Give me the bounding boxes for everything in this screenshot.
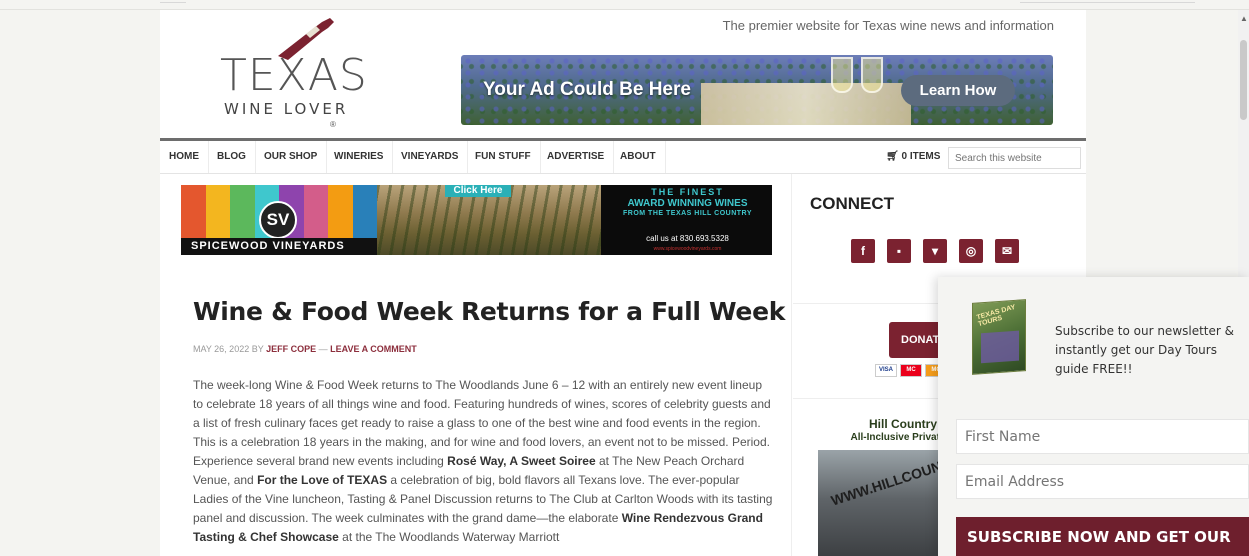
facebook-icon[interactable]: f xyxy=(851,239,875,263)
mastercard-icon: MC xyxy=(900,364,922,377)
meta-separator: — xyxy=(318,344,328,354)
connect-heading: CONNECT xyxy=(810,194,895,213)
day-tours-book-image: TEXAS DAY TOURS xyxy=(972,299,1026,375)
top-strip-left-edge xyxy=(160,2,186,6)
nav-item-wineries[interactable]: WINERIES xyxy=(325,141,394,173)
scroll-up-arrow-icon[interactable]: ▲ xyxy=(1240,14,1248,23)
site-tagline: The premier website for Texas wine news … xyxy=(722,18,1054,33)
sv-hill-text: FROM THE TEXAS HILL COUNTRY xyxy=(623,210,752,217)
book-title: TEXAS DAY TOURS xyxy=(976,303,1016,329)
author-link[interactable]: JEFF COPE xyxy=(266,344,316,354)
sv-call-text: call us at 830.693.5328 xyxy=(646,234,729,243)
sv-finest-text: THE FINEST xyxy=(651,187,724,197)
logo-texas-text: TEXAS xyxy=(220,50,368,101)
nav-item-our-shop[interactable]: OUR SHOP xyxy=(255,141,328,173)
logo-registered-mark: ® xyxy=(330,120,336,129)
newsletter-message: Subscribe to our newsletter & instantly … xyxy=(1055,324,1234,376)
body-text-4: at the The Woodlands Waterway Marriott xyxy=(338,530,560,544)
site-logo[interactable]: TEXAS WINE LOVER ® xyxy=(216,10,367,135)
ad-headline: Your Ad Could Be Here xyxy=(483,79,691,100)
main-content: SV SPICEWOOD VINEYARDS Click Here THE FI… xyxy=(160,174,792,556)
wine-glass-icon xyxy=(831,57,853,93)
nav-item-vineyards[interactable]: VINEYARDS xyxy=(392,141,469,173)
post-date: MAY 26, 2022 xyxy=(193,344,250,354)
post-title[interactable]: Wine & Food Week Returns for a Full Week xyxy=(193,297,785,326)
newsletter-popup: TEXAS DAY TOURS Subscribe to our newslet… xyxy=(938,277,1249,556)
tour-van-text: WWW.HILLCOUNTRY xyxy=(829,449,943,509)
post-by: BY xyxy=(251,344,264,354)
facebook-square-icon[interactable]: ▪ xyxy=(887,239,911,263)
sv-award-text: AWARD WINNING WINES xyxy=(627,198,748,209)
nav-item-blog[interactable]: BLOG xyxy=(208,141,256,173)
post-meta: MAY 26, 2022 BY JEFF COPE — LEAVE A COMM… xyxy=(193,344,417,354)
post-body-paragraph: The week-long Wine & Food Week returns t… xyxy=(193,376,773,547)
spicewood-vineyards-ad[interactable]: SV SPICEWOOD VINEYARDS Click Here THE FI… xyxy=(181,185,772,255)
tour-ad-line1: Hill Country xyxy=(869,417,937,431)
nav-item-fun-stuff[interactable]: FUN STUFF xyxy=(466,141,541,173)
leave-comment-link[interactable]: LEAVE A COMMENT xyxy=(330,344,417,354)
cart-icon: 🛒︎ xyxy=(886,151,899,162)
main-navigation: HOME BLOG OUR SHOP WINERIES VINEYARDS FU… xyxy=(160,138,1086,174)
subscribe-button[interactable]: SUBSCRIBE NOW AND GET OUR xyxy=(956,517,1249,556)
top-strip-right-edge xyxy=(1020,2,1195,6)
twitter-icon[interactable]: ▾ xyxy=(923,239,947,263)
event-love-of-texas: For the Love of TEXAS xyxy=(257,473,388,487)
email-field[interactable] xyxy=(956,464,1249,499)
cart-link[interactable]: 🛒︎ 0 ITEMS xyxy=(886,141,940,173)
sv-web-text: www.spicewoodvineyards.com xyxy=(653,246,722,252)
hill-country-tours-ad[interactable]: Hill Country All-Inclusive Private D WWW… xyxy=(818,413,943,556)
nav-item-home[interactable]: HOME xyxy=(160,141,209,173)
book-cover-photo xyxy=(981,330,1019,364)
scrollbar-thumb[interactable] xyxy=(1240,40,1247,120)
logo-wine-lover-text: WINE LOVER xyxy=(224,100,349,118)
sv-logo-icon: SV xyxy=(259,201,297,239)
cart-items-count: 0 ITEMS xyxy=(901,151,941,162)
social-links: f ▪ ▾ ◎ ✉ xyxy=(851,239,1019,263)
search-input[interactable] xyxy=(948,147,1081,169)
wine-glass-icon xyxy=(861,57,883,93)
nav-item-about[interactable]: ABOUT xyxy=(611,141,666,173)
first-name-field[interactable] xyxy=(956,419,1249,454)
browser-top-strip xyxy=(0,0,1249,10)
email-icon[interactable]: ✉ xyxy=(995,239,1019,263)
event-rose-way: Rosé Way, A Sweet Soiree xyxy=(447,454,596,468)
payment-cards: VISA MC MC xyxy=(875,364,947,377)
nav-item-advertise[interactable]: ADVERTISE xyxy=(538,141,615,173)
visa-icon: VISA xyxy=(875,364,897,377)
sv-name-text: SPICEWOOD VINEYARDS xyxy=(181,238,377,255)
learn-how-button[interactable]: Learn How xyxy=(901,75,1015,106)
click-here-button[interactable]: Click Here xyxy=(445,185,511,197)
header-ad-banner[interactable]: Your Ad Could Be Here Learn How xyxy=(461,55,1053,125)
tour-ad-line2: All-Inclusive Private D xyxy=(850,432,943,443)
instagram-icon[interactable]: ◎ xyxy=(959,239,983,263)
